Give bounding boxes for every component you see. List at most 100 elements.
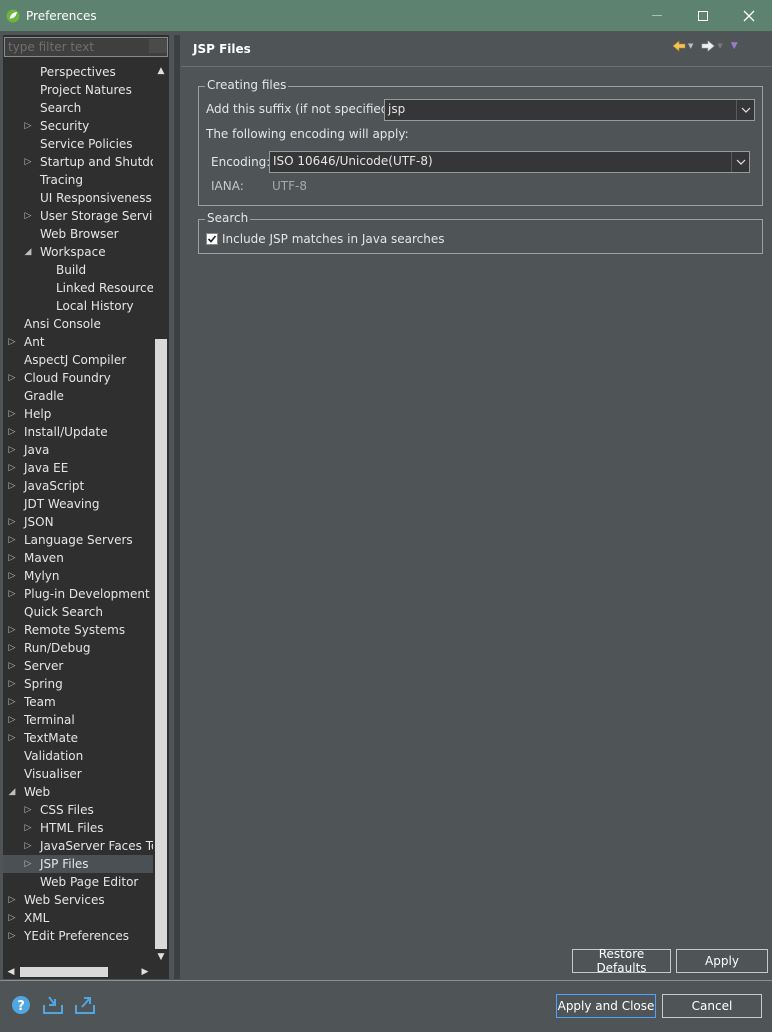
tree-item[interactable]: Perspectives <box>3 63 153 81</box>
tree-horizontal-scrollbar[interactable]: ◀ ▶ <box>3 964 153 979</box>
tree-item[interactable]: ▷ Cloud Foundry <box>3 369 153 387</box>
tree-item[interactable]: ▷ Java <box>3 441 153 459</box>
tree-item[interactable]: ▷ Install/Update <box>3 423 153 441</box>
tree-item[interactable]: Gradle <box>3 387 153 405</box>
include-jsp-label[interactable]: Include JSP matches in Java searches <box>222 232 445 246</box>
tree-collapsed-icon[interactable]: ▷ <box>7 423 17 441</box>
apply-and-close-button[interactable]: Apply and Close <box>556 994 656 1018</box>
cancel-button[interactable]: Cancel <box>662 994 762 1018</box>
maximize-button[interactable] <box>680 0 726 31</box>
tree-item[interactable]: JDT Weaving <box>3 495 153 513</box>
tree-collapsed-icon[interactable]: ▷ <box>7 693 17 711</box>
tree-item[interactable]: ◢ Workspace <box>3 243 153 261</box>
tree-collapsed-icon[interactable]: ▷ <box>7 675 17 693</box>
tree-collapsed-icon[interactable]: ▷ <box>7 549 17 567</box>
tree-collapsed-icon[interactable]: ▷ <box>23 117 33 135</box>
tree-item[interactable]: Visualiser <box>3 765 153 783</box>
back-arrow-icon[interactable] <box>672 40 686 52</box>
tree-item[interactable]: ▷ Language Servers <box>3 531 153 549</box>
export-icon[interactable] <box>74 994 96 1016</box>
tree-item[interactable]: ▷ Remote Systems <box>3 621 153 639</box>
tree-expanded-icon[interactable]: ◢ <box>23 243 33 261</box>
tree-item[interactable]: Search <box>3 99 153 117</box>
tree-item[interactable]: Linked Resources <box>3 279 153 297</box>
suffix-combo[interactable]: jsp <box>384 99 755 121</box>
tree-item[interactable]: Quick Search <box>3 603 153 621</box>
tree-collapsed-icon[interactable]: ▷ <box>7 711 17 729</box>
view-menu-icon[interactable]: ▼ <box>731 41 738 51</box>
tree-item[interactable]: Local History <box>3 297 153 315</box>
tree-expanded-icon[interactable]: ◢ <box>7 783 17 801</box>
tree-item[interactable]: ▷ Security <box>3 117 153 135</box>
clear-filter-icon[interactable] <box>149 39 167 53</box>
tree-collapsed-icon[interactable]: ▷ <box>7 369 17 387</box>
tree-item[interactable]: Project Natures <box>3 81 153 99</box>
restore-defaults-button[interactable]: Restore Defaults <box>572 947 671 975</box>
back-dropdown-icon[interactable]: ▼ <box>688 42 693 50</box>
tree-collapsed-icon[interactable]: ▷ <box>7 477 17 495</box>
tree-item[interactable]: ▷ User Storage Service <box>3 207 153 225</box>
tree-collapsed-icon[interactable]: ▷ <box>23 855 33 873</box>
tree-collapsed-icon[interactable]: ▷ <box>23 801 33 819</box>
tree-item[interactable]: ▷ TextMate <box>3 729 153 747</box>
tree-collapsed-icon[interactable]: ▷ <box>7 441 17 459</box>
tree-item[interactable]: ▷ HTML Files <box>3 819 153 837</box>
tree-collapsed-icon[interactable]: ▷ <box>7 621 17 639</box>
tree-collapsed-icon[interactable]: ▷ <box>7 567 17 585</box>
tree-item[interactable]: Tracing <box>3 171 153 189</box>
forward-arrow-icon[interactable] <box>701 40 715 52</box>
chevron-down-icon[interactable] <box>731 152 749 172</box>
tree-item[interactable]: ▷ Server <box>3 657 153 675</box>
tree-item[interactable]: Ansi Console <box>3 315 153 333</box>
tree-collapsed-icon[interactable]: ▷ <box>7 927 17 945</box>
filter-input[interactable] <box>4 37 168 57</box>
tree-collapsed-icon[interactable]: ▷ <box>7 639 17 657</box>
help-icon[interactable]: ? <box>10 994 32 1016</box>
scroll-thumb-horizontal[interactable] <box>20 967 108 977</box>
close-button[interactable] <box>726 0 772 31</box>
tree-collapsed-icon[interactable]: ▷ <box>7 585 17 603</box>
tree-collapsed-icon[interactable]: ▷ <box>7 513 17 531</box>
include-jsp-checkbox[interactable] <box>206 233 218 245</box>
tree-item[interactable]: ▷ Web Services <box>3 891 153 909</box>
tree-item[interactable]: ▷ Team <box>3 693 153 711</box>
tree-item[interactable]: ▷ Spring <box>3 675 153 693</box>
tree-collapsed-icon[interactable]: ▷ <box>23 153 33 171</box>
tree-item[interactable]: ▷ JSP Files <box>3 855 153 873</box>
tree-collapsed-icon[interactable]: ▷ <box>7 333 17 351</box>
tree-collapsed-icon[interactable]: ▷ <box>23 207 33 225</box>
tree-item[interactable]: ▷ Mylyn <box>3 567 153 585</box>
import-icon[interactable] <box>42 994 64 1016</box>
scroll-left-icon[interactable]: ◀ <box>3 964 19 979</box>
scroll-thumb[interactable] <box>155 339 167 949</box>
tree-item[interactable]: Build <box>3 261 153 279</box>
tree-item[interactable]: ◢ Web <box>3 783 153 801</box>
tree-collapsed-icon[interactable]: ▷ <box>7 657 17 675</box>
apply-button[interactable]: Apply <box>676 949 768 973</box>
scroll-right-icon[interactable]: ▶ <box>137 964 153 979</box>
tree-item[interactable]: Service Policies <box>3 135 153 153</box>
minimize-button[interactable] <box>634 0 680 31</box>
tree-collapsed-icon[interactable]: ▷ <box>7 891 17 909</box>
tree-item[interactable]: ▷ JSON <box>3 513 153 531</box>
tree-item[interactable]: ▷ Help <box>3 405 153 423</box>
chevron-down-icon[interactable] <box>736 100 754 120</box>
tree-item[interactable]: Validation <box>3 747 153 765</box>
tree-collapsed-icon[interactable]: ▷ <box>23 819 33 837</box>
pane-splitter[interactable] <box>174 35 180 979</box>
tree-collapsed-icon[interactable]: ▷ <box>7 909 17 927</box>
scroll-up-icon[interactable]: ▲ <box>153 63 169 79</box>
tree-item[interactable]: ▷ JavaServer Faces Tools <box>3 837 153 855</box>
tree-item[interactable]: ▷ Run/Debug <box>3 639 153 657</box>
tree-item[interactable]: ▷ XML <box>3 909 153 927</box>
tree-item[interactable]: ▷ YEdit Preferences <box>3 927 153 945</box>
tree-item[interactable]: ▷ Terminal <box>3 711 153 729</box>
tree-collapsed-icon[interactable]: ▷ <box>23 837 33 855</box>
tree-collapsed-icon[interactable]: ▷ <box>7 729 17 747</box>
tree-item[interactable]: ▷ Maven <box>3 549 153 567</box>
scroll-down-icon[interactable]: ▼ <box>153 949 169 965</box>
tree-item[interactable]: ▷ Java EE <box>3 459 153 477</box>
tree-item[interactable]: ▷ Startup and Shutdown <box>3 153 153 171</box>
tree-item[interactable]: ▷ JavaScript <box>3 477 153 495</box>
tree-collapsed-icon[interactable]: ▷ <box>7 531 17 549</box>
